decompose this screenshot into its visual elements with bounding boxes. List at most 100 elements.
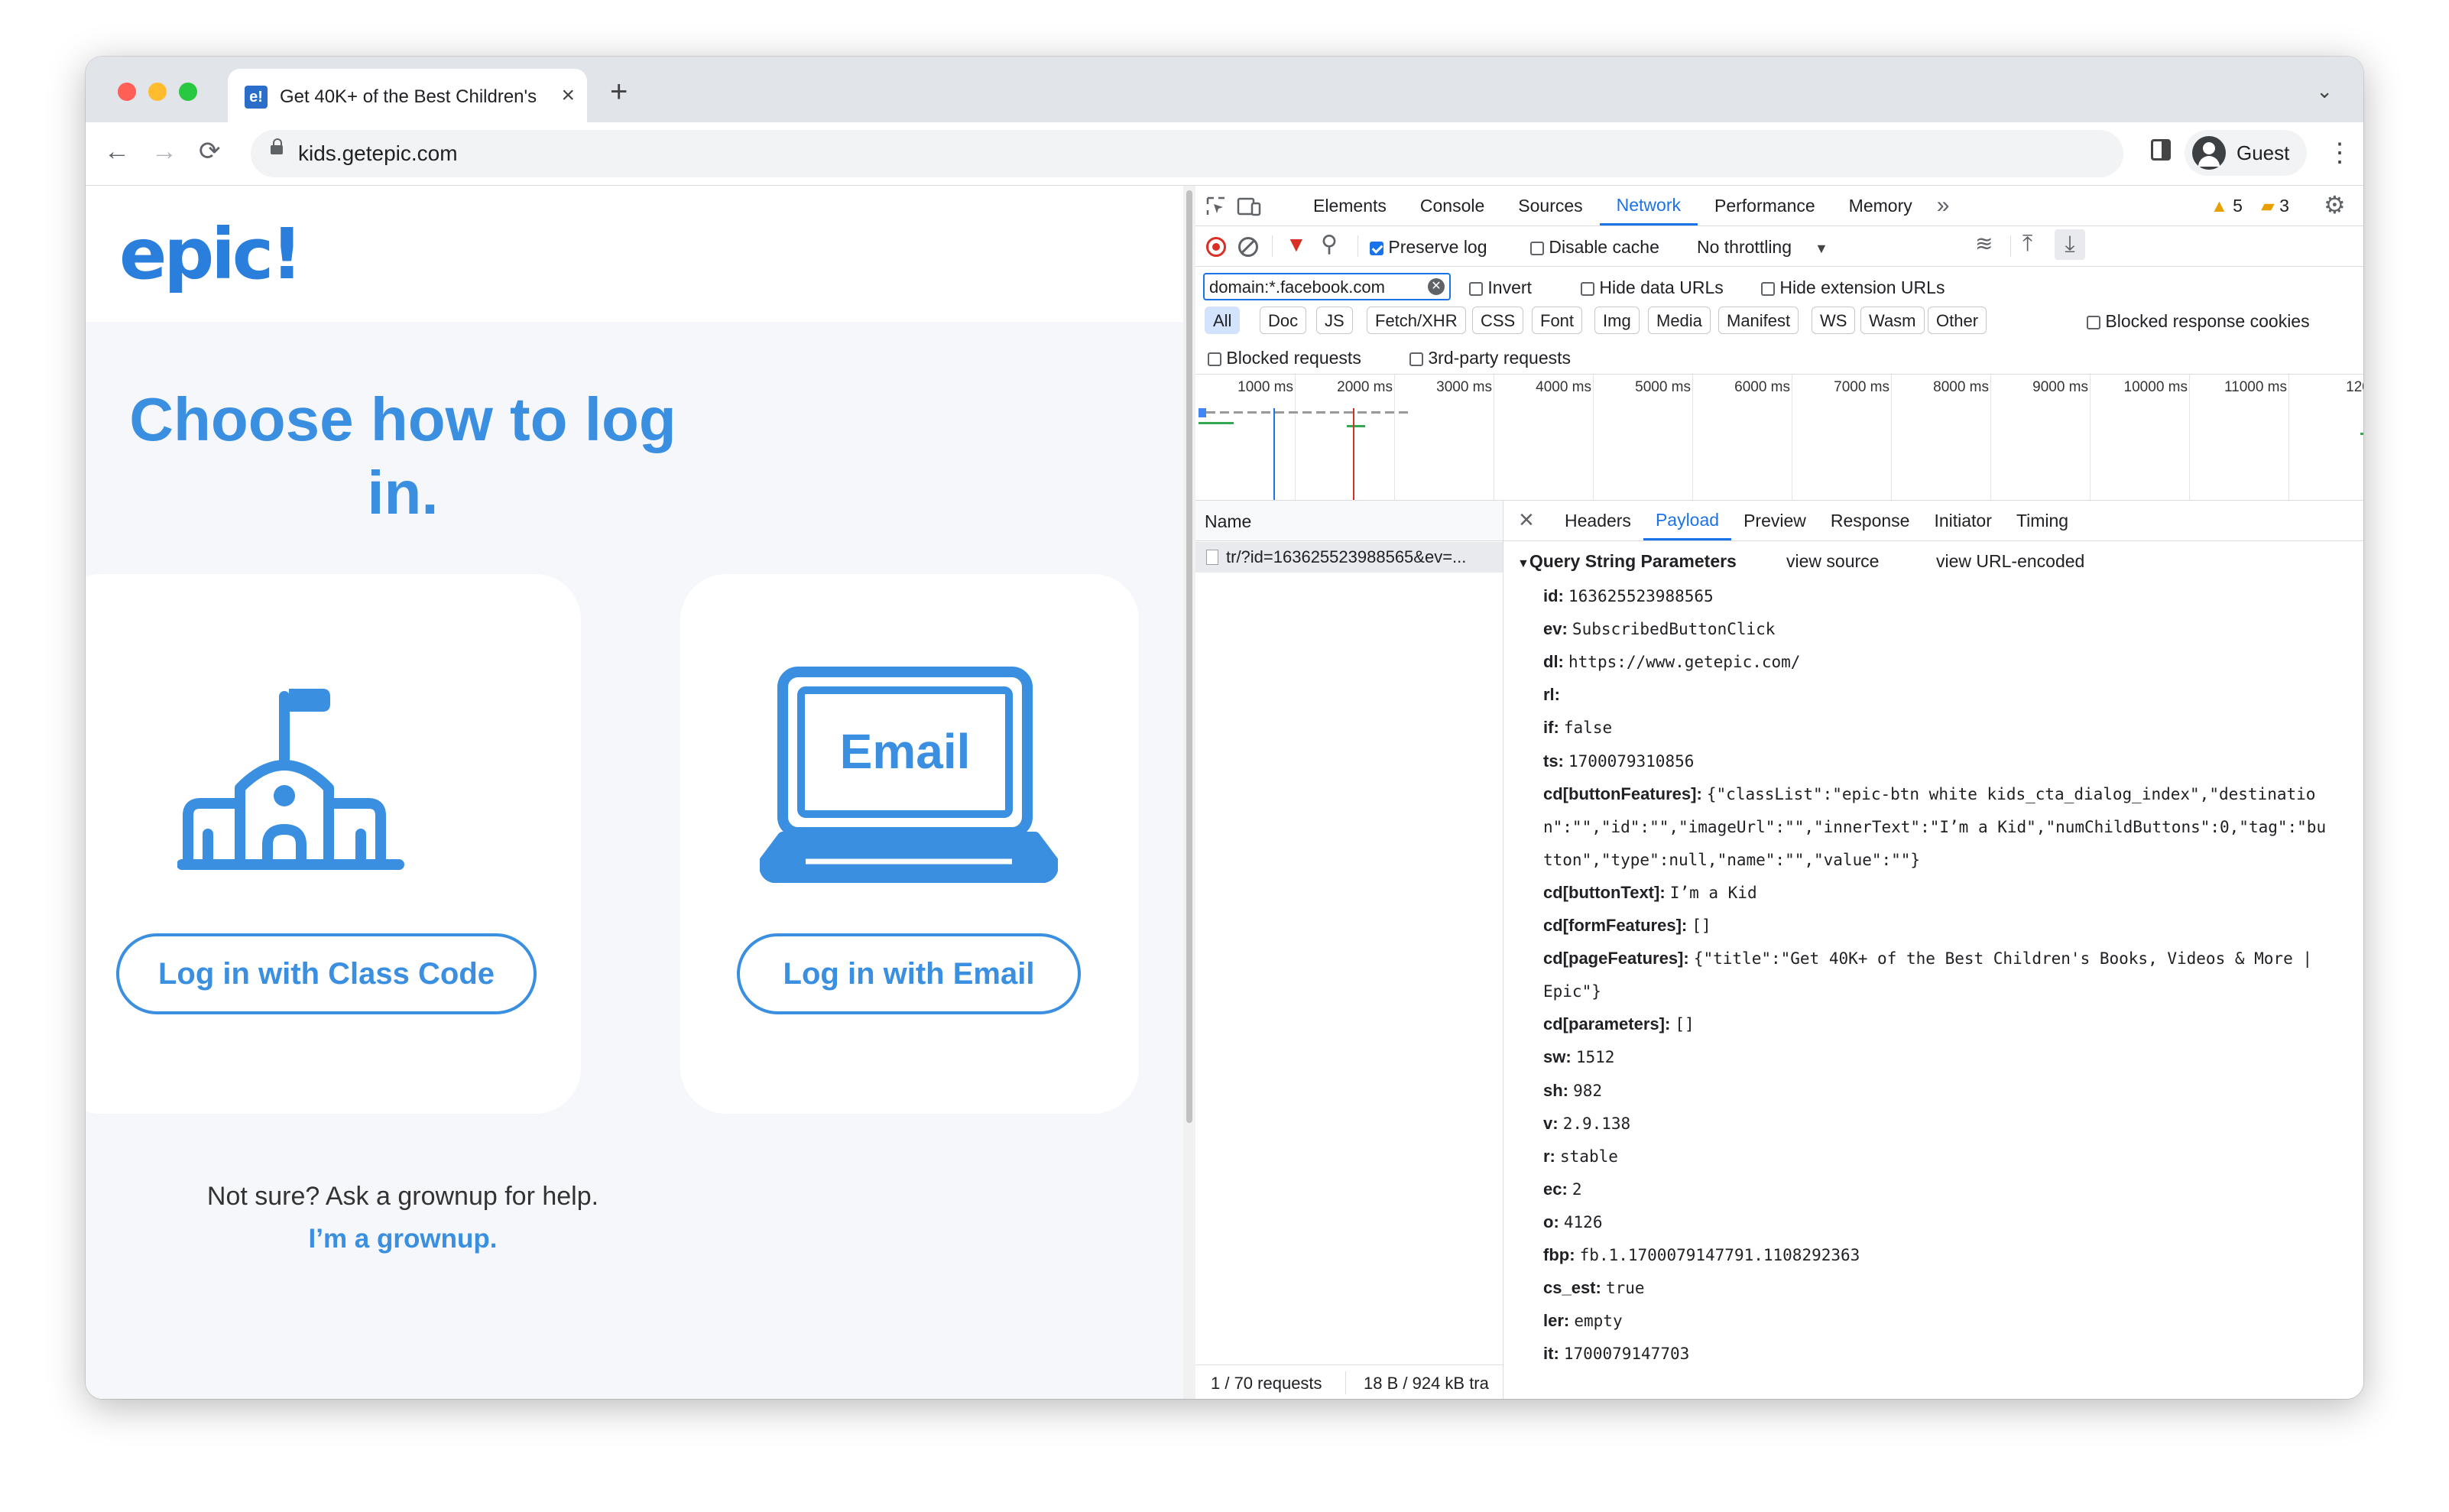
parameter-value: https://www.getepic.com/ xyxy=(1568,653,1801,672)
filter-doc[interactable]: Doc xyxy=(1260,307,1307,334)
favicon-icon: e! xyxy=(245,86,268,109)
export-har-icon[interactable]: ⤓ xyxy=(2055,229,2085,260)
tab-memory[interactable]: Memory xyxy=(1832,186,1929,226)
devtools-tabbar: Elements Console Sources Network Perform… xyxy=(1195,186,2363,226)
filter-ws[interactable]: WS xyxy=(1812,307,1856,334)
tab-timing[interactable]: Timing xyxy=(2004,501,2081,540)
parameter-value: empty xyxy=(1574,1312,1623,1331)
tab-headers[interactable]: Headers xyxy=(1552,501,1643,540)
minimize-window-button[interactable] xyxy=(148,83,167,101)
back-icon[interactable]: ← xyxy=(104,136,130,167)
close-detail-icon[interactable]: × xyxy=(1519,505,1534,534)
parameter-row: n":"","id":"","imageUrl":"","innerText":… xyxy=(1543,816,2326,839)
view-url-encoded-link[interactable]: view URL-encoded xyxy=(1936,550,2084,573)
blocked-requests-checkbox[interactable]: Blocked requests xyxy=(1208,348,1361,368)
browser-menu-icon[interactable]: ⋮ xyxy=(2327,138,2353,168)
close-window-button[interactable] xyxy=(118,83,136,101)
parameter-row: r: stable xyxy=(1543,1145,1618,1168)
parameter-row: fbp: fb.1.1700079147791.1108292363 xyxy=(1543,1244,1860,1267)
forward-icon[interactable]: → xyxy=(151,136,177,167)
new-tab-button[interactable]: + xyxy=(610,76,628,107)
search-icon[interactable]: ⚲ xyxy=(1321,231,1338,258)
hide-extension-urls-checkbox[interactable]: Hide extension URLs xyxy=(1761,277,1945,297)
tab-console[interactable]: Console xyxy=(1403,186,1501,226)
filter-input[interactable]: domain:*.facebook.com ✕ xyxy=(1203,273,1451,300)
blocked-response-cookies-checkbox[interactable]: Blocked response cookies xyxy=(2087,311,2310,331)
timeline-overview[interactable]: 1000 ms 2000 ms 3000 ms 4000 ms 5000 ms 6000 … xyxy=(1195,375,2363,501)
throttling-select[interactable]: No throttling ▼ xyxy=(1697,237,1828,258)
filter-all[interactable]: All xyxy=(1205,307,1241,334)
filter-css[interactable]: CSS xyxy=(1472,307,1524,334)
tab-sources[interactable]: Sources xyxy=(1501,186,1599,226)
filter-manifest[interactable]: Manifest xyxy=(1718,307,1799,334)
filter-font[interactable]: Font xyxy=(1532,307,1583,334)
parameter-row: id: 163625523988565 xyxy=(1543,585,1714,608)
class-code-login-button[interactable]: Log in with Class Code xyxy=(116,933,537,1014)
invert-checkbox[interactable]: Invert xyxy=(1469,277,1532,297)
tab-close-icon[interactable]: × xyxy=(561,83,575,109)
parameter-row: ts: 1700079310856 xyxy=(1543,750,1694,773)
name-column-label: Name xyxy=(1205,511,1252,531)
tab-preview[interactable]: Preview xyxy=(1731,501,1818,540)
filter-icon[interactable]: ▼ xyxy=(1286,232,1307,257)
parameter-value: 2.9.138 xyxy=(1562,1114,1631,1133)
disable-cache-label: Disable cache xyxy=(1549,237,1659,257)
parameter-value: 163625523988565 xyxy=(1568,587,1714,605)
more-tabs-icon[interactable]: » xyxy=(1929,186,1958,226)
filter-wasm[interactable]: Wasm xyxy=(1860,307,1925,334)
dropdown-arrow-icon: ▼ xyxy=(1815,241,1828,256)
tab-response[interactable]: Response xyxy=(1818,501,1922,540)
zoom-window-button[interactable] xyxy=(179,83,197,101)
issues-badge[interactable]: ▰ 3 xyxy=(2261,195,2289,216)
parameter-row: sw: 1512 xyxy=(1543,1046,1614,1069)
tab-search-icon[interactable]: ⌄ xyxy=(2316,79,2333,103)
email-login-button[interactable]: Log in with Email xyxy=(737,933,1081,1014)
disable-cache-checkbox[interactable]: Disable cache xyxy=(1530,237,1659,257)
side-panel-icon[interactable] xyxy=(2151,139,2171,161)
reload-icon[interactable]: ⟳ xyxy=(199,136,221,167)
browser-tab[interactable]: e! Get 40K+ of the Best Children's Books… xyxy=(228,69,587,122)
clear-filter-icon[interactable]: ✕ xyxy=(1428,278,1445,295)
filter-js[interactable]: JS xyxy=(1316,307,1353,334)
view-source-link[interactable]: view source xyxy=(1786,550,1879,573)
tab-elements[interactable]: Elements xyxy=(1296,186,1403,226)
query-string-parameters-header[interactable]: ▼Query String Parameters xyxy=(1517,550,1737,576)
request-name: tr/?id=163625523988565&ev=... xyxy=(1226,547,1467,566)
filter-fetch-xhr[interactable]: Fetch/XHR xyxy=(1367,307,1466,334)
preserve-log-checkbox[interactable]: Preserve log xyxy=(1370,237,1487,257)
dom-content-loaded-marker xyxy=(1273,408,1275,500)
clear-icon[interactable] xyxy=(1238,237,1258,257)
warnings-badge[interactable]: ▲ 5 xyxy=(2211,195,2243,216)
epic-logo[interactable]: epic! xyxy=(119,216,303,293)
device-toolbar-icon[interactable] xyxy=(1237,196,1261,216)
record-icon[interactable] xyxy=(1206,237,1226,257)
parameter-value: [] xyxy=(1675,1015,1695,1034)
tab-payload[interactable]: Payload xyxy=(1643,501,1732,540)
parameter-value: n":"","id":"","imageUrl":"","innerText":… xyxy=(1543,817,2327,836)
address-bar[interactable]: kids.getepic.com xyxy=(251,130,2123,177)
page-scrollbar-thumb[interactable] xyxy=(1186,190,1192,1123)
filter-media[interactable]: Media xyxy=(1648,307,1711,334)
parameter-row: v: 2.9.138 xyxy=(1543,1112,1630,1135)
network-conditions-icon[interactable]: ≋ xyxy=(1975,231,1993,256)
parameter-row: tton","type":null,"name":"","value":""} xyxy=(1543,848,1920,871)
parameter-key: cd[parameters]: xyxy=(1543,1014,1671,1034)
settings-gear-icon[interactable]: ⚙ xyxy=(2324,190,2346,219)
filter-other[interactable]: Other xyxy=(1928,307,1987,334)
filter-img[interactable]: Img xyxy=(1594,307,1640,334)
email-card: Email Log in with Email xyxy=(680,574,1139,1114)
web-page: epic! Choose how to log in. Log in with … xyxy=(86,186,1183,1399)
hide-data-urls-checkbox[interactable]: Hide data URLs xyxy=(1581,277,1724,297)
tab-network[interactable]: Network xyxy=(1599,186,1698,226)
tab-initiator[interactable]: Initiator xyxy=(1922,501,2003,540)
third-party-requests-checkbox[interactable]: 3rd-party requests xyxy=(1409,348,1571,368)
request-row[interactable]: tr/?id=163625523988565&ev=... xyxy=(1195,542,1503,573)
parameter-value: {"classList":"epic-btn white kids_cta_di… xyxy=(1706,784,2316,803)
grownup-link[interactable]: I’m a grownup. xyxy=(86,1222,720,1256)
network-toolbar: ▼ ⚲ Preserve log Disable cache No thrott… xyxy=(1195,226,2363,267)
import-har-icon[interactable]: ⤒ xyxy=(2022,231,2032,257)
name-column-header[interactable]: Name xyxy=(1195,501,1503,541)
inspect-element-icon[interactable] xyxy=(1206,196,1226,216)
tab-performance[interactable]: Performance xyxy=(1698,186,1832,226)
profile-button[interactable]: Guest xyxy=(2185,130,2307,176)
